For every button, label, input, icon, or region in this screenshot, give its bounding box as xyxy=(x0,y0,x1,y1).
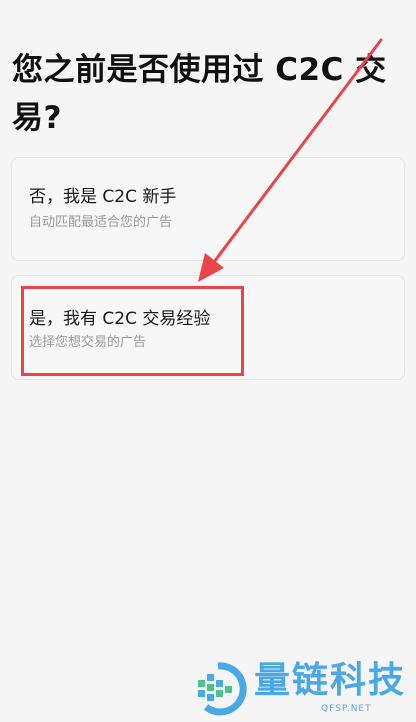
option-subtitle-experienced: 选择您想交易的广告 xyxy=(29,335,147,350)
watermark-logo-icon xyxy=(198,662,247,716)
watermark-name: 量链科技 xyxy=(254,660,407,701)
option-title-beginner: 否，我是 C2C 新手 xyxy=(29,187,177,207)
watermark: 量链科技 QFSP.NET xyxy=(196,660,414,716)
option-title-experienced: 是，我有 C2C 交易经验 xyxy=(29,309,211,329)
option-card-beginner[interactable]: 否，我是 C2C 新手 自动匹配最适合您的广告 xyxy=(11,157,405,261)
option-subtitle-beginner: 自动匹配最适合您的广告 xyxy=(29,215,173,230)
watermark-domain: QFSP.NET xyxy=(321,704,372,714)
option-card-experienced[interactable]: 是，我有 C2C 交易经验 选择您想交易的广告 xyxy=(11,275,405,380)
page-title: 您之前是否使用过 C2C 交易? xyxy=(12,52,387,136)
